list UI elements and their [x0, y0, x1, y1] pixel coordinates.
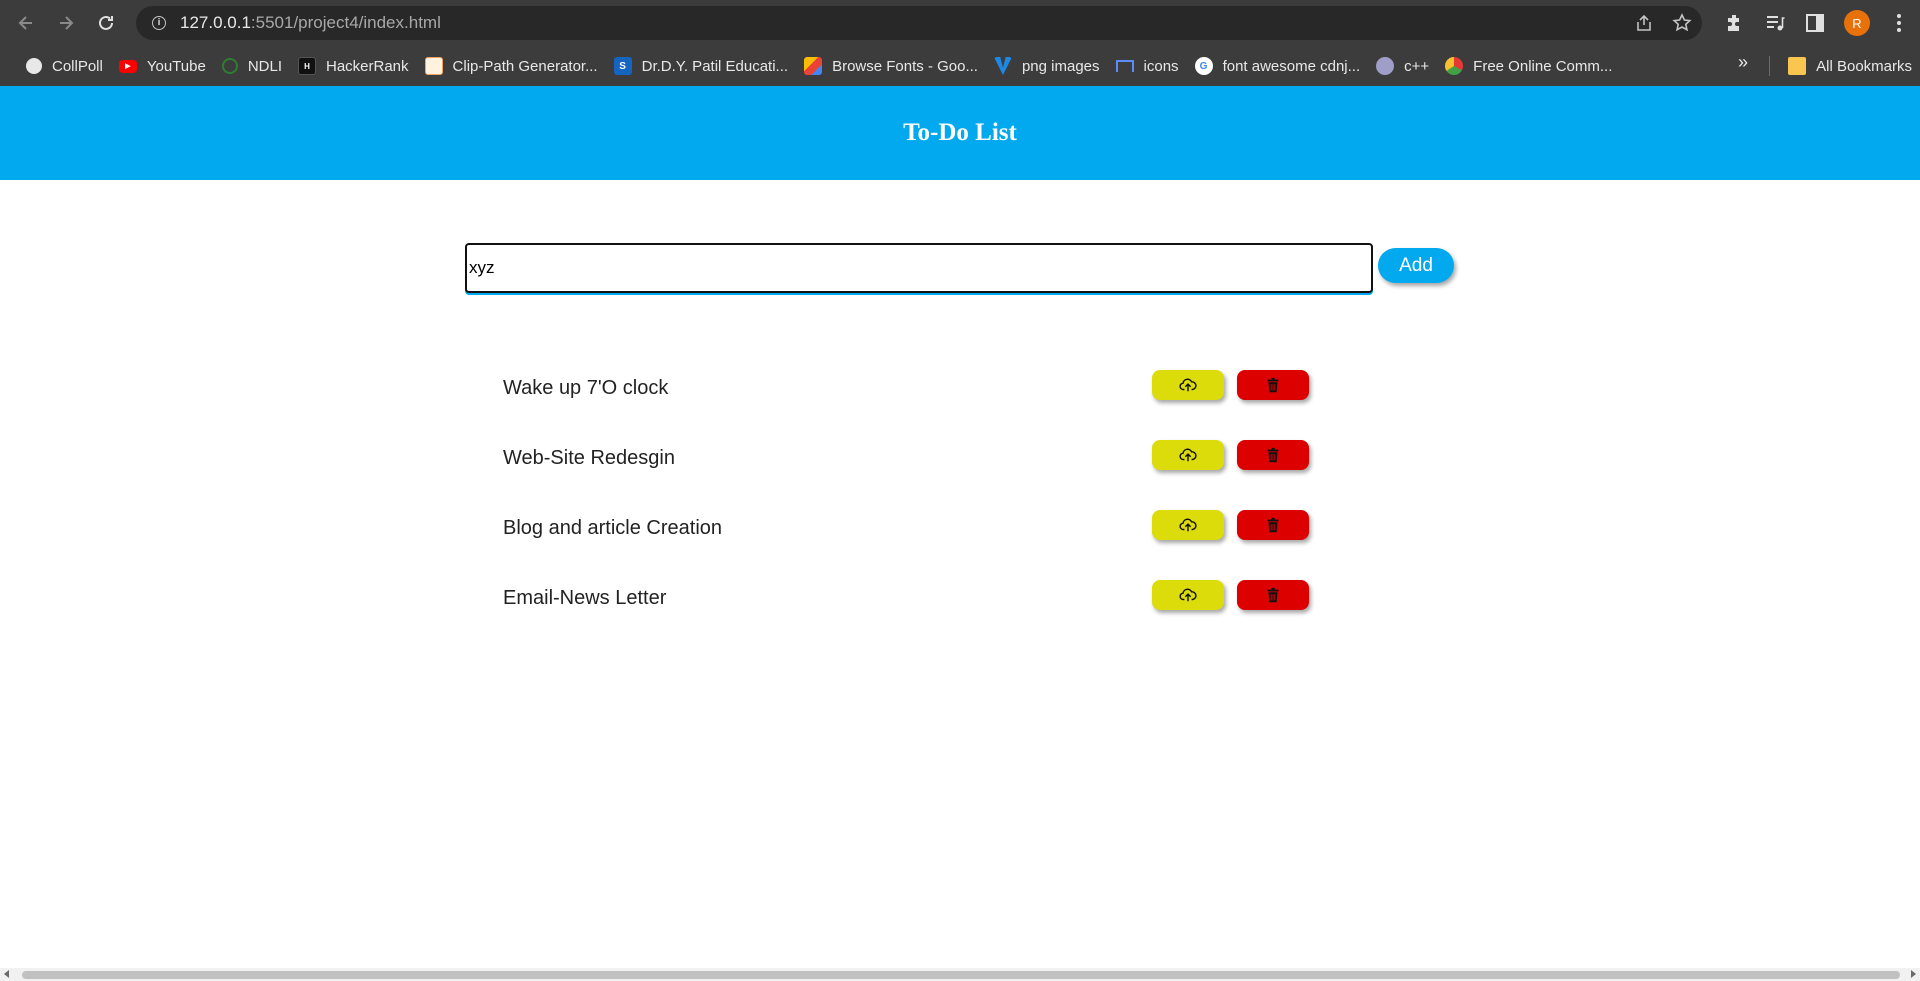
bookmark-free-online[interactable]: Free Online Comm...	[1437, 52, 1620, 80]
todo-text: Web-Site Redesgin	[503, 447, 675, 469]
site-info-icon[interactable]: i	[152, 16, 166, 30]
media-control-icon[interactable]	[1764, 12, 1786, 34]
clippath-icon	[424, 57, 443, 75]
todo-text: Email-News Letter	[503, 587, 667, 609]
update-button[interactable]	[1152, 580, 1224, 610]
bookmark-font-awesome[interactable]: G font awesome cdnj...	[1187, 52, 1369, 80]
bookmark-label: CollPoll	[52, 57, 103, 75]
url-host: 127.0.0.1	[180, 13, 251, 32]
bookmark-label: png images	[1021, 57, 1100, 75]
trash-icon	[1267, 447, 1279, 463]
s-icon: S	[613, 57, 632, 75]
bookmarks-overflow-button[interactable]: »	[1738, 52, 1748, 73]
side-panel-icon[interactable]	[1804, 12, 1826, 34]
cloud-upload-icon	[1179, 588, 1197, 602]
update-button[interactable]	[1152, 440, 1224, 470]
png-icon	[993, 57, 1012, 75]
kebab-menu-icon[interactable]	[1888, 12, 1910, 34]
trash-icon	[1267, 517, 1279, 533]
todo-input[interactable]	[465, 243, 1373, 293]
profile-avatar[interactable]: R	[1844, 10, 1870, 36]
reload-button[interactable]	[86, 3, 126, 43]
flag-icon	[1115, 60, 1134, 72]
bookmark-label: icons	[1143, 57, 1179, 75]
update-button[interactable]	[1152, 370, 1224, 400]
scroll-left-icon[interactable]	[4, 970, 9, 978]
page-title: To-Do List	[903, 119, 1017, 146]
forward-button[interactable]	[46, 3, 86, 43]
address-bar[interactable]: i 127.0.0.1:5501/project4/index.html	[136, 6, 1702, 40]
bookmark-label: NDLI	[247, 57, 282, 75]
bookmark-icons[interactable]: icons	[1108, 52, 1187, 80]
extensions-icon[interactable]	[1724, 12, 1746, 34]
todo-text: Blog and article Creation	[503, 517, 723, 539]
hackerrank-icon: H	[298, 57, 316, 75]
trash-icon	[1267, 377, 1279, 393]
reload-icon	[99, 15, 113, 30]
cloud-upload-icon	[1179, 378, 1197, 392]
bookmark-collpoll[interactable]: CollPoll	[18, 52, 111, 80]
add-todo-form: Add	[465, 243, 1465, 293]
browser-chrome: i 127.0.0.1:5501/project4/index.html R C…	[0, 0, 1920, 86]
update-button[interactable]	[1152, 510, 1224, 540]
all-bookmarks-button[interactable]: All Bookmarks	[1780, 52, 1920, 80]
globe-icon	[26, 58, 42, 74]
bookmark-ndli[interactable]: NDLI	[214, 52, 290, 80]
arrow-left-icon	[18, 16, 32, 30]
star-icon[interactable]	[1672, 13, 1692, 33]
bookmark-youtube[interactable]: ▶ YouTube	[111, 52, 214, 80]
share-icon[interactable]	[1634, 13, 1654, 33]
bookmark-label: Dr.D.Y. Patil Educati...	[641, 57, 789, 75]
browser-toolbar: i 127.0.0.1:5501/project4/index.html R	[0, 0, 1920, 46]
bookmark-label: Browse Fonts - Goo...	[832, 57, 978, 75]
list-item: Wake up 7'O clock	[503, 370, 1403, 440]
delete-button[interactable]	[1237, 370, 1309, 400]
url-text: 127.0.0.1:5501/project4/index.html	[180, 13, 441, 33]
bookmark-hackerrank[interactable]: H HackerRank	[290, 52, 417, 80]
all-bookmarks-label: All Bookmarks	[1816, 57, 1912, 75]
cpp-icon	[1376, 57, 1395, 75]
scroll-right-icon[interactable]	[1911, 970, 1916, 978]
bookmark-label: Free Online Comm...	[1473, 57, 1613, 75]
cloud-upload-icon	[1179, 448, 1197, 462]
bookmark-dypatil[interactable]: S Dr.D.Y. Patil Educati...	[606, 52, 796, 80]
delete-button[interactable]	[1237, 510, 1309, 540]
cloud-upload-icon	[1179, 518, 1197, 532]
list-item: Blog and article Creation	[503, 510, 1403, 580]
bookmark-google-fonts[interactable]: Browse Fonts - Goo...	[796, 52, 986, 80]
browser-right-tools: R	[1724, 0, 1910, 46]
list-item: Web-Site Redesgin	[503, 440, 1403, 510]
app-header: To-Do List	[0, 86, 1920, 180]
bookmarks-bar: CollPoll ▶ YouTube NDLI H HackerRank Cli…	[0, 46, 1920, 86]
back-button[interactable]	[6, 3, 46, 43]
bookmarks-divider	[1769, 56, 1770, 76]
bookmark-label: font awesome cdnj...	[1222, 57, 1361, 75]
google-icon: G	[1194, 57, 1213, 75]
todo-list: Wake up 7'O clock Web-Site Redesgin Blog…	[503, 370, 1403, 650]
add-button[interactable]: Add	[1378, 248, 1454, 283]
horizontal-scrollbar[interactable]	[0, 968, 1920, 981]
youtube-icon: ▶	[118, 59, 137, 73]
trash-icon	[1267, 587, 1279, 603]
bookmark-png-images[interactable]: png images	[986, 52, 1108, 80]
delete-button[interactable]	[1237, 580, 1309, 610]
scrollbar-thumb[interactable]	[22, 971, 1900, 979]
bookmark-label: YouTube	[146, 57, 206, 75]
delete-button[interactable]	[1237, 440, 1309, 470]
todo-text: Wake up 7'O clock	[503, 377, 669, 399]
url-path: :5501/project4/index.html	[250, 13, 441, 32]
bookmark-clippath[interactable]: Clip-Path Generator...	[417, 52, 606, 80]
list-item: Email-News Letter	[503, 580, 1403, 650]
bookmark-label: Clip-Path Generator...	[452, 57, 598, 75]
colorful-icon	[1445, 57, 1464, 75]
omnibox-actions	[1634, 6, 1692, 40]
bookmark-cpp[interactable]: c++	[1368, 52, 1437, 80]
google-fonts-icon	[804, 57, 823, 75]
folder-icon	[1788, 57, 1807, 75]
ndli-icon	[221, 58, 238, 74]
arrow-right-icon	[60, 16, 74, 30]
bookmark-label: HackerRank	[326, 57, 409, 75]
page-content: To-Do List Add Wake up 7'O clock Web-Sit…	[0, 86, 1920, 981]
bookmark-label: c++	[1404, 57, 1430, 75]
